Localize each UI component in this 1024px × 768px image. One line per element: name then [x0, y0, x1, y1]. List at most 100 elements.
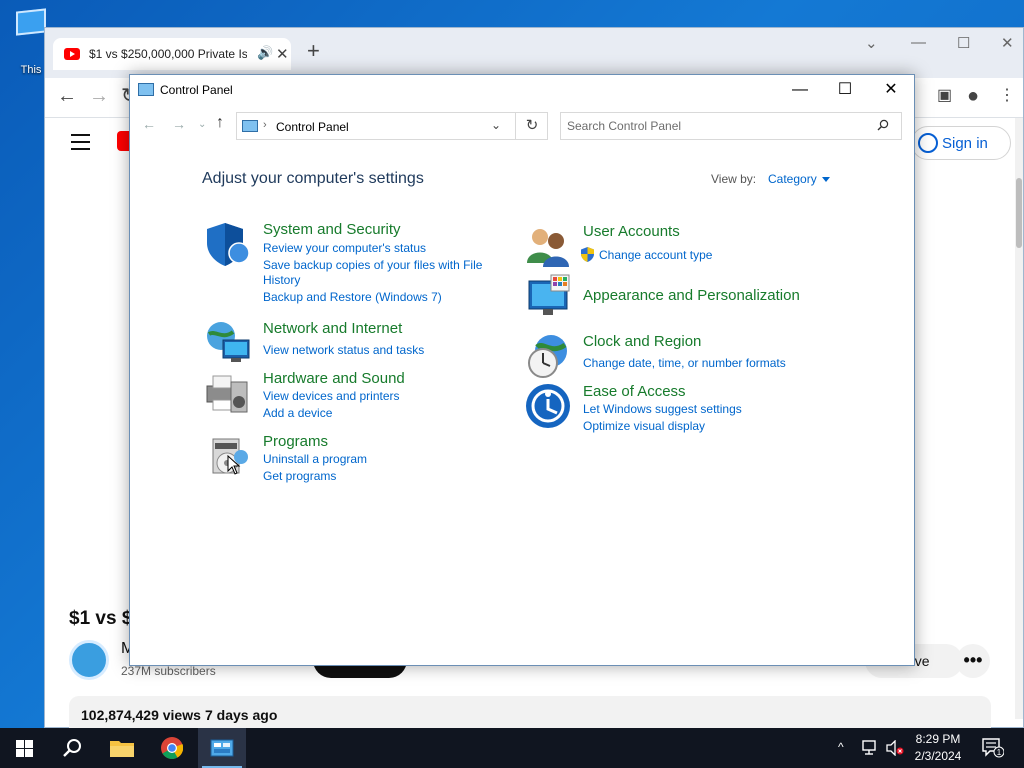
- hamburger-menu-icon[interactable]: [71, 134, 90, 155]
- channel-avatar[interactable]: [69, 640, 109, 680]
- forward-arrow-icon[interactable]: →: [172, 116, 186, 132]
- notification-badge: 1: [997, 748, 1002, 757]
- title-bar[interactable]: Control Panel — ☐ ✕: [130, 75, 914, 105]
- folder-icon: [110, 741, 134, 757]
- address-dropdown-chevron-icon[interactable]: ⌄: [491, 118, 501, 132]
- close-button[interactable]: ✕: [868, 75, 914, 105]
- navigation-bar: ← → ⌄ ↑ › Control Panel ⌄ ↻: [130, 105, 914, 145]
- more-actions-button[interactable]: •••: [956, 644, 990, 678]
- optimize-display-link[interactable]: Optimize visual display: [583, 419, 705, 433]
- network-icon[interactable]: [862, 740, 880, 756]
- chrome-maximize-button[interactable]: ☐: [957, 34, 970, 52]
- volume-muted-icon[interactable]: [886, 740, 904, 756]
- category-title[interactable]: Programs: [263, 433, 328, 450]
- refresh-button[interactable]: ↻: [515, 112, 548, 140]
- monitor-icon: [16, 8, 46, 36]
- view-by-dropdown[interactable]: Category: [768, 172, 830, 186]
- file-history-link-wrap[interactable]: History: [263, 273, 300, 287]
- tab-close-icon[interactable]: ✕: [276, 45, 289, 63]
- start-button[interactable]: [0, 728, 48, 768]
- notification-center-icon[interactable]: 1: [982, 738, 1004, 758]
- search-input[interactable]: [567, 117, 867, 135]
- window-title: Control Panel: [160, 83, 233, 97]
- change-account-type-link[interactable]: Change account type: [599, 248, 712, 262]
- view-count: 102,874,429 views: [81, 707, 201, 723]
- backup-restore-link[interactable]: Backup and Restore (Windows 7): [263, 290, 442, 304]
- search-box[interactable]: [560, 112, 902, 140]
- control-panel-window: Control Panel — ☐ ✕ ← → ⌄ ↑ › Control Pa…: [129, 74, 915, 666]
- category-title[interactable]: Appearance and Personalization: [583, 287, 800, 304]
- windows-logo-icon: [16, 740, 33, 757]
- profile-icon[interactable]: ●: [967, 86, 979, 106]
- minimize-button[interactable]: —: [777, 75, 823, 105]
- recent-locations-chevron-icon[interactable]: ⌄: [198, 119, 206, 130]
- account-circle-icon: [918, 133, 938, 153]
- tray-overflow-chevron-icon[interactable]: ^: [838, 740, 844, 754]
- chrome-icon: [161, 737, 183, 759]
- breadcrumb[interactable]: Control Panel: [276, 120, 349, 134]
- breadcrumb-separator-icon[interactable]: ›: [263, 119, 267, 131]
- sign-in-label: Sign in: [942, 135, 988, 152]
- category-title[interactable]: Hardware and Sound: [263, 370, 405, 387]
- search-icon: [63, 739, 81, 757]
- file-history-link[interactable]: Save backup copies of your files with Fi…: [263, 258, 482, 272]
- taskbar-search-button[interactable]: [48, 728, 96, 768]
- category-programs: Programs Uninstall a program Get program…: [205, 433, 485, 483]
- scrollbar-thumb[interactable]: [1016, 178, 1022, 248]
- review-status-link[interactable]: Review your computer's status: [263, 241, 426, 255]
- category-appearance-and-personalization: Appearance and Personalization: [525, 273, 825, 321]
- category-clock-and-region: Clock and Region Change date, time, or n…: [525, 333, 825, 379]
- page-scrollbar[interactable]: [1015, 118, 1023, 719]
- clock-globe-icon: [528, 335, 567, 378]
- category-title[interactable]: Ease of Access: [583, 383, 686, 400]
- chrome-close-button[interactable]: ✕: [1001, 34, 1014, 52]
- uninstall-program-link[interactable]: Uninstall a program: [263, 452, 367, 466]
- add-device-link[interactable]: Add a device: [263, 406, 332, 420]
- chrome-tab-youtube[interactable]: $1 vs $250,000,000 Private Is 🔊 ✕: [53, 38, 291, 70]
- monitor-palette-icon: [528, 274, 570, 315]
- printer-speaker-icon: [206, 375, 248, 413]
- uac-shield-icon: [581, 247, 594, 262]
- side-panel-icon[interactable]: ▣: [937, 86, 952, 106]
- taskbar-file-explorer[interactable]: [98, 728, 146, 768]
- chrome-tab-bar: $1 vs $250,000,000 Private Is 🔊 ✕ + ⌄ — …: [45, 28, 1023, 78]
- address-bar[interactable]: › Control Panel ⌄ ↻: [236, 112, 548, 140]
- chrome-menu-icon[interactable]: ⋮: [999, 86, 1015, 106]
- sign-in-button[interactable]: Sign in: [911, 126, 1011, 160]
- users-icon: [527, 229, 569, 267]
- upload-age: 7 days ago: [205, 707, 278, 723]
- tab-title: $1 vs $250,000,000 Private Is: [89, 47, 247, 61]
- speaker-icon[interactable]: 🔊: [257, 45, 273, 61]
- up-arrow-icon[interactable]: ↑: [216, 114, 224, 132]
- tab-search-chevron-icon[interactable]: ⌄: [865, 34, 878, 52]
- network-globe-icon: [207, 322, 250, 362]
- description-box[interactable]: 102,874,429 views 7 days ago: [69, 696, 991, 729]
- view-by-label: View by:: [711, 172, 757, 186]
- taskbar-control-panel[interactable]: [198, 728, 246, 768]
- change-date-time-link[interactable]: Change date, time, or number formats: [583, 356, 786, 370]
- category-title[interactable]: User Accounts: [583, 223, 680, 240]
- category-title[interactable]: Network and Internet: [263, 320, 402, 337]
- forward-arrow-icon[interactable]: →: [89, 86, 109, 106]
- category-title[interactable]: Clock and Region: [583, 333, 701, 350]
- category-network-and-internet: Network and Internet View network status…: [205, 320, 485, 364]
- back-arrow-icon[interactable]: ←: [142, 116, 156, 132]
- search-icon[interactable]: [877, 119, 889, 131]
- chrome-minimize-button[interactable]: —: [911, 34, 926, 51]
- network-status-link[interactable]: View network status and tasks: [263, 343, 424, 357]
- back-arrow-icon[interactable]: ←: [57, 86, 77, 106]
- suggest-settings-link[interactable]: Let Windows suggest settings: [583, 402, 742, 416]
- system-clock[interactable]: 8:29 PM 2/3/2024: [906, 731, 970, 765]
- taskbar-chrome[interactable]: [148, 728, 196, 768]
- new-tab-button[interactable]: +: [307, 40, 320, 62]
- get-programs-link[interactable]: Get programs: [263, 469, 336, 483]
- category-hardware-and-sound: Hardware and Sound View devices and prin…: [205, 370, 485, 420]
- control-panel-icon: [210, 739, 234, 757]
- devices-printers-link[interactable]: View devices and printers: [263, 389, 400, 403]
- control-panel-app-icon: [138, 83, 154, 96]
- clock-date: 2/3/2024: [914, 749, 962, 763]
- this-pc-desktop-icon[interactable]: This: [14, 8, 48, 76]
- desktop-icon-label: This: [20, 64, 42, 76]
- category-title[interactable]: System and Security: [263, 221, 401, 238]
- maximize-button[interactable]: ☐: [822, 75, 868, 105]
